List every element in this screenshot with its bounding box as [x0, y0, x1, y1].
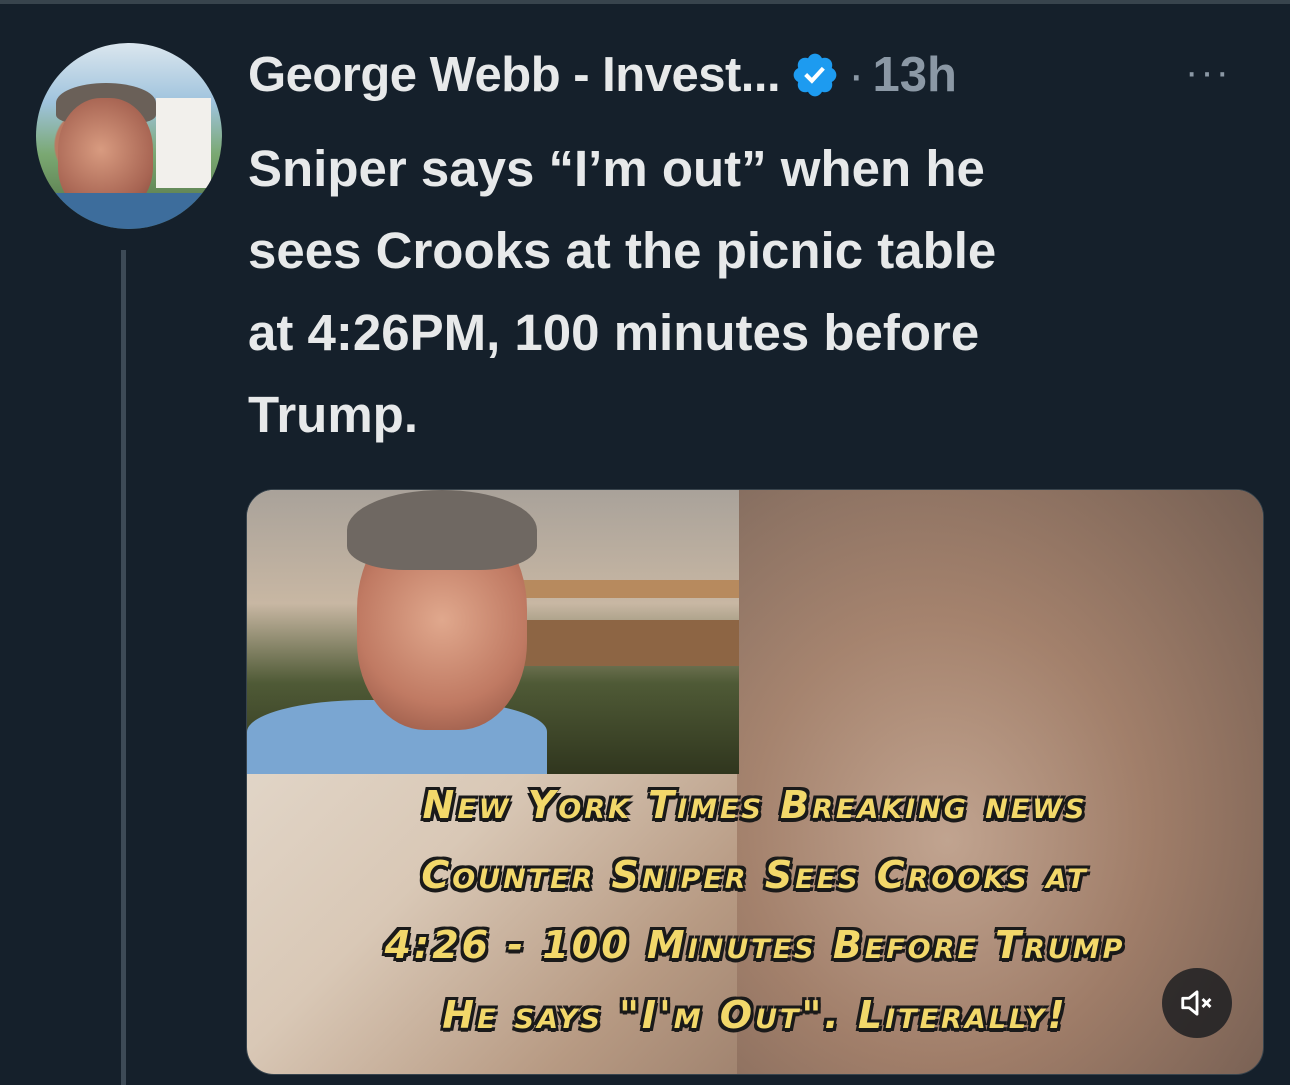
tweet-line: at 4:26PM, 100 minutes before [248, 304, 980, 361]
caption-line: He says "I'm Out". Literally! [442, 993, 1068, 1037]
thread-line [121, 250, 126, 1085]
inset-fence-rail [507, 580, 739, 598]
tweet-line: sees Crooks at the picnic table [248, 222, 997, 279]
avatar[interactable] [36, 43, 222, 229]
more-icon[interactable]: ··· [1185, 50, 1231, 95]
caption-line: Counter Sniper Sees Crooks at [421, 853, 1089, 897]
tweet-text: Sniper says “I’m out” when he sees Crook… [248, 128, 1248, 456]
separator-dot: · [848, 48, 865, 102]
caption-line: 4:26 - 100 Minutes Before Trump [384, 923, 1126, 967]
verified-badge-icon[interactable] [790, 50, 840, 100]
top-divider [0, 0, 1290, 4]
avatar-photo-shirt [36, 193, 222, 229]
inset-fence-board [507, 620, 739, 666]
mute-button[interactable] [1162, 968, 1232, 1038]
video-inset-speaker [247, 490, 739, 774]
timestamp[interactable]: 13h [872, 47, 956, 103]
tweet-line: Sniper says “I’m out” when he [248, 140, 985, 197]
caption-line: New York Times Breaking news [422, 783, 1088, 827]
inset-hair [347, 490, 537, 570]
author-name[interactable]: George Webb - Invest... [248, 47, 781, 103]
video-player[interactable]: New York Times Breaking news Counter Sni… [246, 489, 1264, 1075]
video-caption: New York Times Breaking news Counter Sni… [247, 770, 1263, 1050]
tweet-line: Trump. [248, 386, 419, 443]
avatar-photo-building [156, 98, 211, 188]
speaker-muted-icon [1181, 990, 1212, 1016]
tweet-header: George Webb - Invest... · 13h [248, 40, 957, 110]
